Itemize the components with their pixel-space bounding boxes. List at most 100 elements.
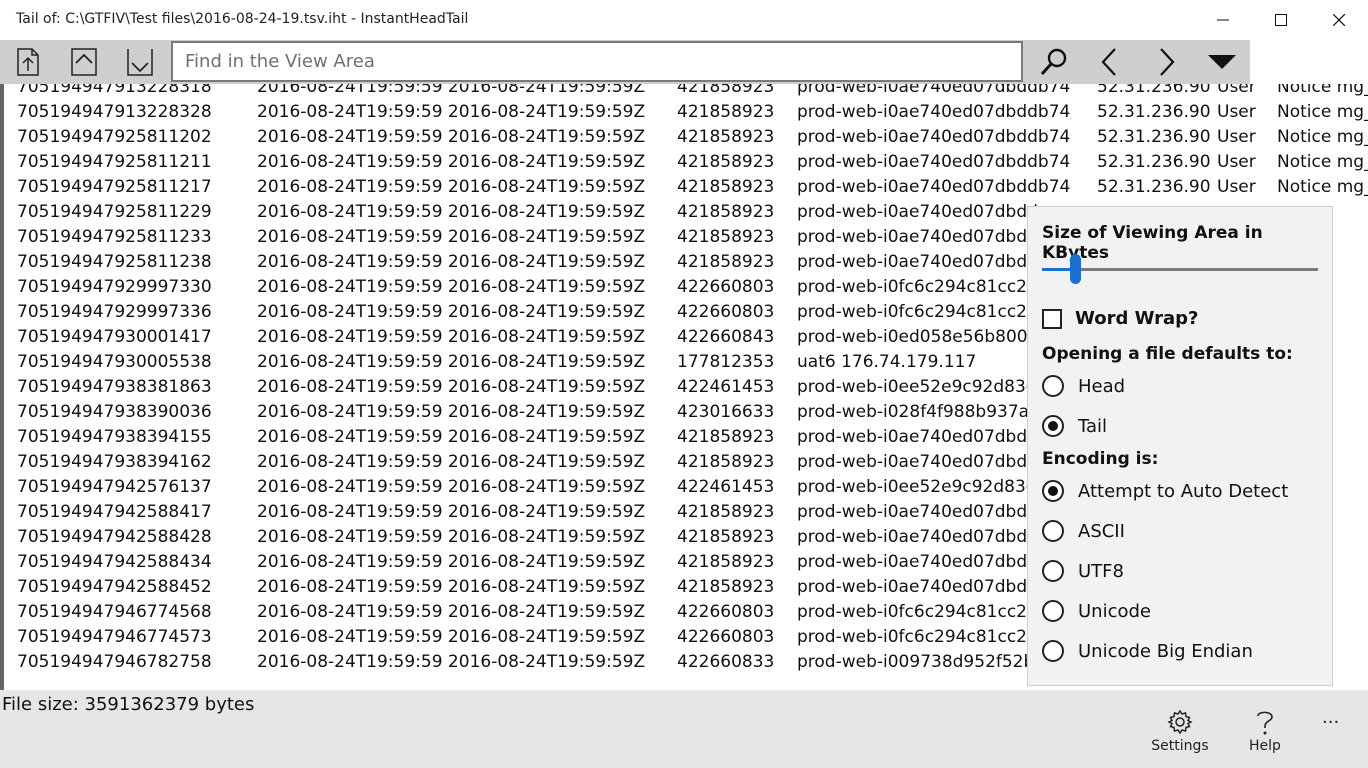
cell-c1: 705194947942576137: [17, 477, 212, 497]
cell-c5: 52.31.236.90: [1097, 177, 1211, 197]
cell-c7: Notice mg_: [1277, 152, 1368, 172]
slider-thumb[interactable]: [1070, 254, 1082, 284]
cell-c2: 2016-08-24T19:59:59 2016-08-24T19:59:59Z: [257, 352, 646, 372]
radio-unicode-big-endian-label: Unicode Big Endian: [1078, 640, 1253, 662]
cell-c1: 705194947942588417: [17, 502, 212, 522]
cell-c1: 705194947929997330: [17, 277, 212, 297]
cell-c1: 705194947925811217: [17, 177, 212, 197]
cell-c1: 705194947925811202: [17, 127, 212, 147]
viewing-area-size-slider[interactable]: [1042, 268, 1318, 271]
cell-c1: 705194947942588428: [17, 527, 212, 547]
radio-head-label: Head: [1078, 375, 1126, 397]
cell-c2: 2016-08-24T19:59:59 2016-08-24T19:59:59Z: [257, 652, 646, 672]
next-button[interactable]: [1138, 40, 1194, 84]
cell-c4: prod-web-i0ed058e56b800b: [797, 327, 1039, 347]
cell-c2: 2016-08-24T19:59:59 2016-08-24T19:59:59Z: [257, 252, 646, 272]
cell-c1: 705194947925811211: [17, 152, 212, 172]
cell-c2: 2016-08-24T19:59:59 2016-08-24T19:59:59Z: [257, 577, 646, 597]
cell-c2: 2016-08-24T19:59:59 2016-08-24T19:59:59Z: [257, 377, 646, 397]
cell-c3: 421858923: [677, 577, 775, 597]
cell-c3: 421858923: [677, 527, 775, 547]
settings-label: Settings: [1151, 738, 1209, 754]
radio-utf8-label: UTF8: [1078, 560, 1124, 582]
radio-selected-dot: [1048, 421, 1058, 431]
cell-c2: 2016-08-24T19:59:59 2016-08-24T19:59:59Z: [257, 402, 646, 422]
left-edge-bar: [0, 84, 4, 690]
radio-unicode-big-endian-circle[interactable]: [1042, 640, 1064, 662]
cell-c1: 705194947938394155: [17, 427, 212, 447]
jump-to-tail-button[interactable]: [112, 40, 168, 84]
cell-c3: 422660803: [677, 302, 775, 322]
cell-c4: prod-web-i0ae740ed07dbdd: [797, 552, 1038, 572]
jump-to-head-button[interactable]: [56, 40, 112, 84]
cell-c3: 421858923: [677, 102, 775, 122]
cell-c4: prod-web-i0ae740ed07dbdd: [797, 527, 1038, 547]
radio-head-circle[interactable]: [1042, 375, 1064, 397]
search-input[interactable]: [173, 43, 1021, 80]
word-wrap-option[interactable]: Word Wrap?: [1042, 308, 1199, 329]
radio-ascii[interactable]: ASCII: [1042, 520, 1125, 542]
cell-c4: prod-web-i0fc6c294c81cc2f: [797, 277, 1033, 297]
open-file-icon: [17, 48, 39, 76]
search-button[interactable]: [1026, 40, 1082, 84]
cell-c3: 421858923: [677, 452, 775, 472]
cell-c4: uat6 176.74.179.117: [797, 352, 977, 372]
radio-unicode-label: Unicode: [1078, 600, 1151, 622]
more-button[interactable]: ···: [1322, 712, 1339, 733]
cell-c1: 705194947938381863: [17, 377, 212, 397]
dropdown-button[interactable]: [1194, 40, 1250, 84]
radio-unicode-big-endian[interactable]: Unicode Big Endian: [1042, 640, 1253, 662]
cell-c2: 2016-08-24T19:59:59 2016-08-24T19:59:59Z: [257, 327, 646, 347]
radio-tail-label: Tail: [1078, 415, 1108, 437]
radio-ascii-circle[interactable]: [1042, 520, 1064, 542]
radio-auto-detect[interactable]: Attempt to Auto Detect: [1042, 480, 1288, 502]
cell-c6: User: [1217, 177, 1256, 197]
radio-head[interactable]: Head: [1042, 375, 1125, 397]
cell-c1: 705194947925811233: [17, 227, 212, 247]
file-size-text: File size: 3591362379 bytes: [2, 694, 255, 715]
cell-c4: prod-web-i009738d952f52b: [797, 652, 1035, 672]
cell-c1: 705194947946774573: [17, 627, 212, 647]
radio-unicode-circle[interactable]: [1042, 600, 1064, 622]
maximize-icon: [1275, 14, 1287, 26]
cell-c4: prod-web-i0ae740ed07dbdd: [797, 452, 1038, 472]
cell-c4: prod-web-i0ae740ed07dbddb74: [797, 127, 1071, 147]
cell-c4: prod-web-i0ee52e9c92d83c: [797, 477, 1036, 497]
cell-c2: 2016-08-24T19:59:59 2016-08-24T19:59:59Z: [257, 427, 646, 447]
maximize-button[interactable]: [1252, 0, 1310, 40]
help-button[interactable]: Help: [1225, 706, 1305, 754]
radio-unicode[interactable]: Unicode: [1042, 600, 1151, 622]
table-row: 705194947925811202 2016-08-24T19:59:59 20…: [0, 125, 1368, 150]
cell-c3: 422660803: [677, 627, 775, 647]
cell-c2: 2016-08-24T19:59:59 2016-08-24T19:59:59Z: [257, 527, 646, 547]
cell-c1: 705194947938394162: [17, 452, 212, 472]
cell-c2: 2016-08-24T19:59:59 2016-08-24T19:59:59Z: [257, 277, 646, 297]
close-button[interactable]: [1310, 0, 1368, 40]
cell-c4: prod-web-i0ae740ed07dbddb74: [797, 177, 1071, 197]
cell-c2: 2016-08-24T19:59:59 2016-08-24T19:59:59Z: [257, 302, 646, 322]
cell-c4: prod-web-i0ae740ed07dbddb74: [797, 84, 1071, 97]
dropdown-icon: [1208, 55, 1236, 69]
cell-c3: 422461453: [677, 377, 775, 397]
minimize-button[interactable]: [1194, 0, 1252, 40]
cell-c2: 2016-08-24T19:59:59 2016-08-24T19:59:59Z: [257, 452, 646, 472]
cell-c5: 52.31.236.90: [1097, 102, 1211, 122]
cell-c1: 705194947930005538: [17, 352, 212, 372]
word-wrap-checkbox[interactable]: [1042, 308, 1062, 329]
previous-button[interactable]: [1082, 40, 1138, 84]
radio-auto-detect-circle[interactable]: [1042, 480, 1064, 502]
radio-tail-circle[interactable]: [1042, 415, 1064, 437]
settings-button[interactable]: Settings: [1140, 706, 1220, 754]
radio-auto-detect-label: Attempt to Auto Detect: [1078, 480, 1289, 502]
cell-c3: 421858923: [677, 84, 775, 97]
cell-c2: 2016-08-24T19:59:59 2016-08-24T19:59:59Z: [257, 627, 646, 647]
cell-c1: 705194947942588452: [17, 577, 212, 597]
open-file-button[interactable]: [0, 40, 56, 84]
search-box: [171, 41, 1023, 82]
cell-c2: 2016-08-24T19:59:59 2016-08-24T19:59:59Z: [257, 227, 646, 247]
radio-utf8-circle[interactable]: [1042, 560, 1064, 582]
radio-utf8[interactable]: UTF8: [1042, 560, 1124, 582]
radio-tail[interactable]: Tail: [1042, 415, 1107, 437]
cell-c6: User: [1217, 84, 1256, 97]
cell-c4: prod-web-i0ae740ed07dbdd: [797, 227, 1038, 247]
